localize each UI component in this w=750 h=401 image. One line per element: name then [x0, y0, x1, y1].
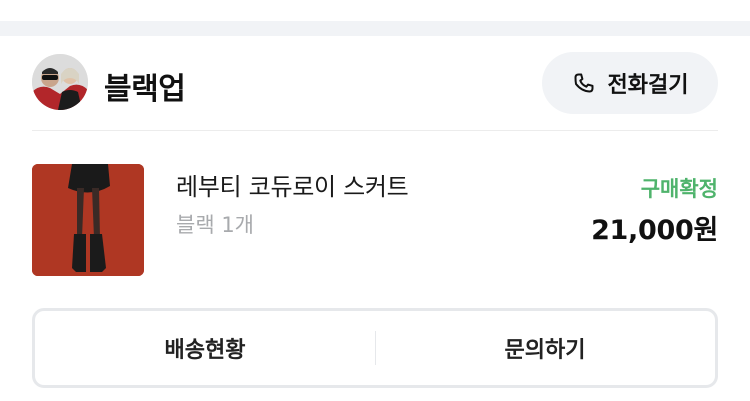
phone-icon [574, 73, 594, 93]
product-thumbnail[interactable] [32, 164, 144, 276]
inquiry-button[interactable]: 문의하기 [375, 311, 715, 385]
store-avatar[interactable] [32, 54, 88, 110]
top-band [0, 0, 750, 36]
action-bar: 배송현황 문의하기 [32, 308, 718, 388]
call-button[interactable]: 전화걸기 [542, 52, 718, 114]
product-name[interactable]: 레부티 코듀로이 스커트 [176, 167, 409, 202]
store-header: 블랙업 전화걸기 [32, 52, 718, 114]
product-price: 21,000원 [591, 215, 718, 246]
call-button-label: 전화걸기 [607, 73, 689, 98]
shipping-status-button[interactable]: 배송현황 [35, 311, 375, 385]
product-option: 블랙 1개 [176, 213, 254, 237]
divider [32, 130, 718, 131]
store-name[interactable]: 블랙업 [104, 64, 186, 108]
section-separator [0, 21, 750, 36]
order-status: 구매확정 [640, 177, 718, 201]
